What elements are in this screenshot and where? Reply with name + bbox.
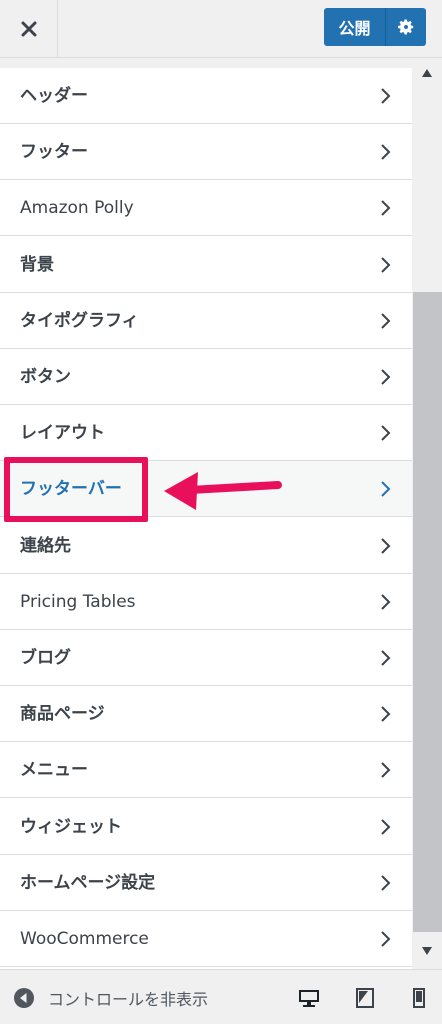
menu-item-label: 連絡先 [20, 535, 71, 556]
chevron-right-icon [381, 650, 391, 666]
menu-item-label: ホームページ設定 [20, 872, 156, 893]
scroll-down-icon[interactable] [421, 946, 433, 956]
menu-item[interactable]: ホームページ設定 [0, 854, 412, 911]
close-button[interactable] [0, 0, 58, 57]
menu-item-label: ブログ [20, 648, 71, 668]
menu-item[interactable]: タイポグラフィ [0, 292, 412, 349]
chevron-right-icon [381, 875, 391, 891]
publish-button[interactable]: 公開 [324, 8, 386, 46]
menu-item-label: 背景 [20, 254, 54, 275]
chevron-right-icon [381, 481, 391, 498]
menu-item-label: ウィジェット [20, 816, 122, 837]
chevron-right-icon [381, 762, 391, 779]
menu-item[interactable]: WooCommerce [0, 911, 412, 967]
menu-item[interactable]: 商品ページ [0, 686, 412, 743]
chevron-right-icon [381, 369, 391, 385]
menu-item-label: Amazon Polly [20, 198, 134, 219]
menu-item-label: タイポグラフィ [20, 310, 139, 331]
customizer-header: 公開 [0, 0, 442, 58]
chevron-right-icon [381, 594, 391, 610]
gear-icon [398, 19, 414, 35]
menu-item[interactable]: レイアウト [0, 405, 412, 462]
scrollbar-thumb[interactable] [413, 292, 442, 932]
menu-item[interactable]: Pricing Tables [0, 573, 412, 630]
menu-item[interactable]: ヘッダー [0, 68, 412, 124]
menu-item[interactable]: 連絡先 [0, 517, 412, 574]
highlight-annotation-box [4, 457, 148, 522]
menu-item[interactable]: フッター [0, 124, 412, 181]
scroll-up-icon[interactable] [421, 68, 433, 78]
chevron-right-icon [381, 706, 391, 722]
menu-item-label: WooCommerce [20, 929, 149, 949]
menu-item[interactable]: ボタン [0, 349, 412, 405]
chevron-right-icon [381, 818, 391, 835]
chevron-right-icon [381, 144, 391, 160]
menu-item-label: Pricing Tables [20, 591, 136, 612]
collapse-label: コントロールを非表示 [48, 989, 209, 1009]
desktop-preview-icon[interactable] [298, 987, 320, 1009]
menu-item[interactable]: ブログ [0, 630, 412, 686]
chevron-right-icon [381, 256, 391, 273]
menu-item-label: ボタン [20, 367, 71, 387]
collapse-sidebar-button[interactable]: コントロールを非表示 [14, 970, 208, 1024]
customizer-footer: コントロールを非表示 [0, 969, 442, 1024]
menu-item[interactable]: 背景 [0, 236, 412, 293]
menu-item-label: メニュー [20, 760, 88, 781]
chevron-right-icon [381, 200, 391, 217]
menu-item[interactable]: Amazon Polly [0, 180, 412, 237]
publish-button-group: 公開 [324, 8, 426, 46]
menu-item-label: ヘッダー [20, 86, 88, 106]
menu-item-label: レイアウト [20, 423, 105, 444]
collapse-arrow-icon [14, 987, 34, 1008]
menu-item[interactable]: メニュー [0, 742, 412, 799]
menu-item-label: 商品ページ [20, 704, 105, 725]
chevron-right-icon [381, 313, 391, 329]
scrollbar[interactable] [412, 58, 442, 968]
chevron-right-icon [381, 88, 391, 104]
tablet-preview-icon[interactable] [354, 987, 376, 1009]
publish-settings-button[interactable] [386, 8, 426, 46]
menu-item[interactable]: ウィジェット [0, 798, 412, 855]
close-icon [21, 21, 36, 36]
annotation-arrow-icon [164, 472, 282, 510]
chevron-right-icon [381, 537, 391, 554]
menu-item-label: フッター [20, 142, 88, 163]
chevron-right-icon [381, 931, 391, 947]
chevron-right-icon [381, 425, 391, 441]
mobile-preview-icon[interactable] [408, 987, 430, 1009]
